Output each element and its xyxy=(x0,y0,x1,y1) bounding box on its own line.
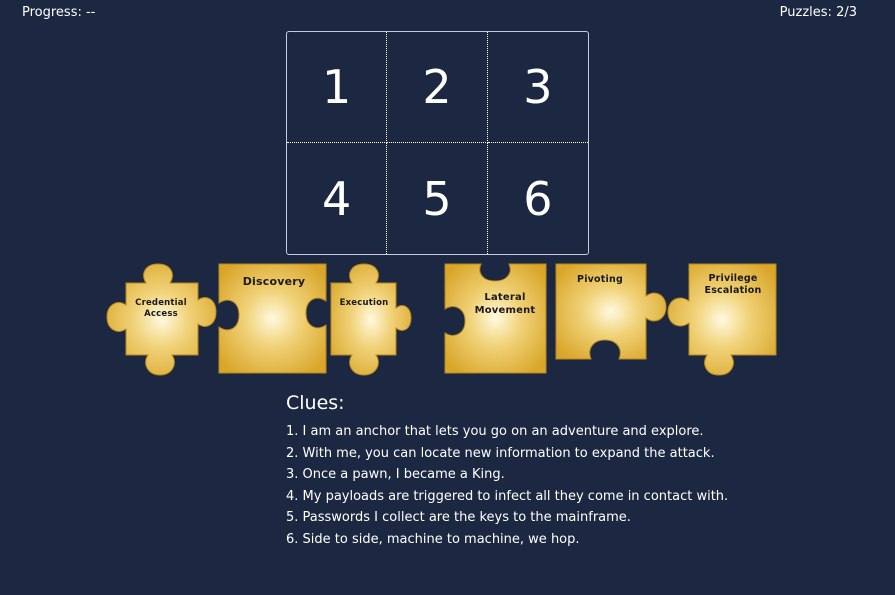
grid-slot-5[interactable]: 5 xyxy=(387,143,488,254)
piece-label-line: Movement xyxy=(474,304,536,316)
clue-list: 1. I am an anchor that lets you go on an… xyxy=(286,421,728,551)
grid-slot-3[interactable]: 3 xyxy=(487,32,588,143)
piece-label-line: Lateral xyxy=(484,292,526,303)
puzzle-piece-shape xyxy=(330,263,412,376)
grid-slot-2[interactable]: 2 xyxy=(387,32,488,143)
clue-item: 6. Side to side, machine to machine, we … xyxy=(286,531,580,547)
piece-label-line: Credential xyxy=(135,298,187,308)
piece-execution[interactable]: Execution xyxy=(330,263,412,376)
clue-item: 2. With me, you can locate new informati… xyxy=(286,445,715,461)
piece-lateral-movement[interactable]: Lateral Movement xyxy=(443,263,547,374)
clues-title: Clues: xyxy=(286,392,345,414)
piece-label-line: Access xyxy=(144,308,178,319)
piece-label-line: Pivoting xyxy=(577,274,623,285)
grid-slot-4[interactable]: 4 xyxy=(287,143,388,254)
piece-label-line: Execution xyxy=(339,298,389,308)
clue-item: 4. My payloads are triggered to infect a… xyxy=(286,488,729,504)
clue-item: 5. Passwords I collect are the keys to t… xyxy=(286,510,631,526)
piece-privilege-escalation[interactable]: Privilege Escalation xyxy=(667,263,777,376)
grid-slot-1[interactable]: 1 xyxy=(287,32,388,143)
progress-label: Progress: -- xyxy=(22,5,96,20)
piece-label-line: Discovery xyxy=(242,275,306,288)
piece-discovery[interactable]: Discovery xyxy=(218,263,330,374)
grid-slot-6[interactable]: 6 xyxy=(488,143,588,254)
piece-label-line: Escalation xyxy=(704,284,762,296)
piece-pivoting[interactable]: Pivoting xyxy=(555,263,667,360)
clue-item: 1. I am an anchor that lets you go on an… xyxy=(286,424,704,439)
piece-label-line: Privilege xyxy=(708,273,758,284)
clue-item: 3. Once a pawn, I became a King. xyxy=(286,467,505,483)
puzzles-counter: Puzzles: 2/3 xyxy=(779,5,857,20)
puzzle-grid: 1 2 3 4 5 6 xyxy=(286,31,589,255)
puzzle-piece-shape xyxy=(106,263,217,376)
puzzle-piece-shape xyxy=(444,263,547,374)
piece-credential-access[interactable]: Credential Access xyxy=(106,263,217,376)
